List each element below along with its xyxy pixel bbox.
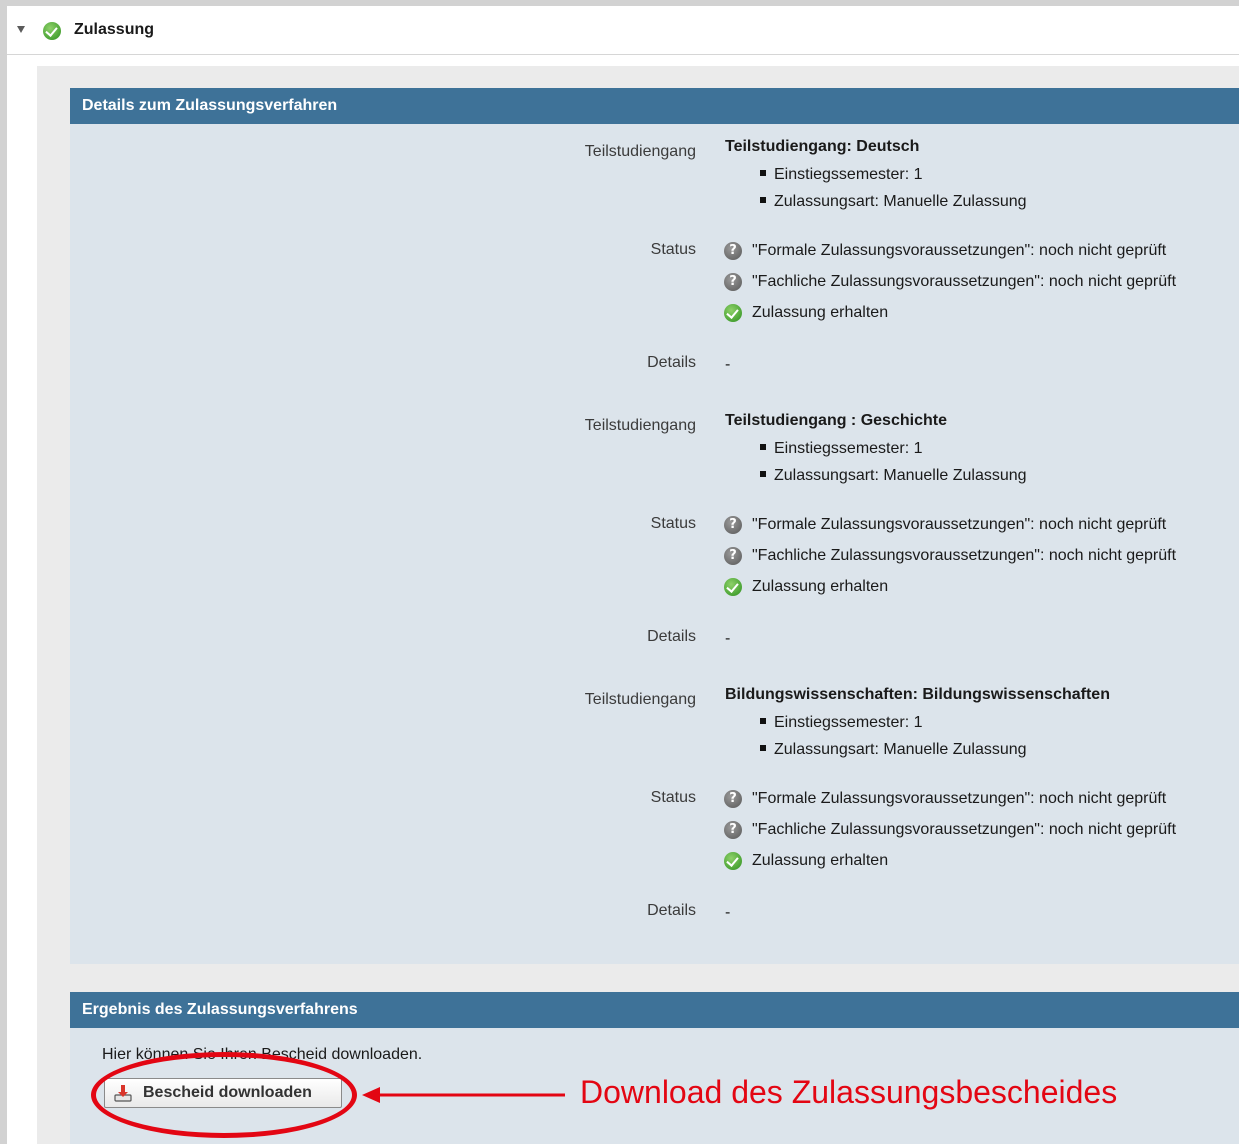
details-value: - bbox=[725, 630, 731, 647]
status-text: Zulassung erhalten bbox=[752, 304, 889, 321]
section-title: Zulassung bbox=[74, 21, 155, 38]
status-text: "Formale Zulassungsvoraussetzungen": noc… bbox=[752, 790, 1167, 807]
accordion-header-zulassung[interactable]: Zulassung bbox=[7, 6, 1239, 55]
program-detail-item: Einstiegssemester: 1 bbox=[760, 714, 923, 732]
status-row: Zulassung erhalten bbox=[724, 852, 888, 870]
details-label: Details bbox=[647, 354, 696, 371]
status-text: "Formale Zulassungsvoraussetzungen": noc… bbox=[752, 516, 1167, 533]
collapse-triangle-icon[interactable] bbox=[17, 26, 25, 33]
status-text: "Fachliche Zulassungsvoraussetzungen": n… bbox=[752, 273, 1177, 290]
check-circle-icon bbox=[724, 852, 742, 870]
program-label: Teilstudiengang bbox=[584, 691, 696, 708]
status-row: ? "Fachliche Zulassungsvoraussetzungen": … bbox=[724, 821, 1176, 839]
status-text: "Formale Zulassungsvoraussetzungen": noc… bbox=[752, 242, 1167, 259]
status-text: Zulassung erhalten bbox=[752, 578, 889, 595]
details-label: Details bbox=[647, 902, 696, 919]
question-icon: ? bbox=[724, 516, 742, 534]
check-circle-icon bbox=[43, 22, 61, 40]
result-panel-title: Ergebnis des Zulassungsverfahrens bbox=[82, 1001, 358, 1018]
question-icon: ? bbox=[724, 821, 742, 839]
status-row: Zulassung erhalten bbox=[724, 304, 888, 322]
check-circle-icon bbox=[724, 304, 742, 322]
program-detail-item: Zulassungsart: Manuelle Zulassung bbox=[760, 193, 1027, 211]
details-label: Details bbox=[647, 628, 696, 645]
status-text: Zulassung erhalten bbox=[752, 852, 889, 869]
annotation-arrow bbox=[362, 1087, 565, 1103]
check-circle-icon bbox=[724, 578, 742, 596]
question-icon: ? bbox=[724, 790, 742, 808]
details-panel-body: Teilstudiengang Teilstudiengang: Deutsch E… bbox=[70, 124, 1239, 964]
program-name: Teilstudiengang : Geschichte bbox=[725, 412, 947, 429]
question-icon: ? bbox=[724, 242, 742, 260]
annotation-label: Download des Zulassungsbescheides bbox=[580, 1074, 1118, 1110]
program-label: Teilstudiengang bbox=[584, 143, 696, 160]
program-detail-item: Zulassungsart: Manuelle Zulassung bbox=[760, 467, 1027, 485]
details-value: - bbox=[725, 356, 731, 373]
result-panel-header: Ergebnis des Zulassungsverfahrens bbox=[70, 992, 1239, 1028]
status-text: "Fachliche Zulassungsvoraussetzungen": n… bbox=[752, 821, 1177, 838]
status-row: ? "Formale Zulassungsvoraussetzungen": no… bbox=[724, 790, 1166, 808]
program-label: Teilstudiengang bbox=[584, 417, 696, 434]
status-row: Zulassung erhalten bbox=[724, 578, 888, 596]
program-name: Bildungswissenschaften: Bildungswissensc… bbox=[725, 686, 1110, 703]
program-detail-item: Einstiegssemester: 1 bbox=[760, 166, 923, 184]
details-panel-header: Details zum Zulassungsverfahren bbox=[70, 88, 1239, 124]
status-row: ? "Formale Zulassungsvoraussetzungen": no… bbox=[724, 516, 1166, 534]
question-icon: ? bbox=[724, 547, 742, 565]
program-detail-item: Einstiegssemester: 1 bbox=[760, 440, 923, 458]
status-row: ? "Fachliche Zulassungsvoraussetzungen": … bbox=[724, 547, 1176, 565]
status-label: Status bbox=[650, 789, 696, 806]
program-detail-item: Zulassungsart: Manuelle Zulassung bbox=[760, 741, 1027, 759]
status-label: Status bbox=[650, 515, 696, 532]
status-row: ? "Fachliche Zulassungsvoraussetzungen": … bbox=[724, 273, 1176, 291]
section-content: Details zum Zulassungsverfahren Teilstud… bbox=[37, 66, 1239, 1144]
annotation-ellipse bbox=[91, 1052, 357, 1138]
program-name: Teilstudiengang: Deutsch bbox=[725, 138, 920, 155]
status-text: "Fachliche Zulassungsvoraussetzungen": n… bbox=[752, 547, 1177, 564]
details-panel-title: Details zum Zulassungsverfahren bbox=[82, 97, 338, 114]
question-icon: ? bbox=[724, 273, 742, 291]
page: Zulassung Details zum Zulassungsverfahre… bbox=[7, 6, 1239, 1144]
status-label: Status bbox=[650, 241, 696, 258]
status-row: ? "Formale Zulassungsvoraussetzungen": no… bbox=[724, 242, 1166, 260]
details-value: - bbox=[725, 904, 731, 921]
